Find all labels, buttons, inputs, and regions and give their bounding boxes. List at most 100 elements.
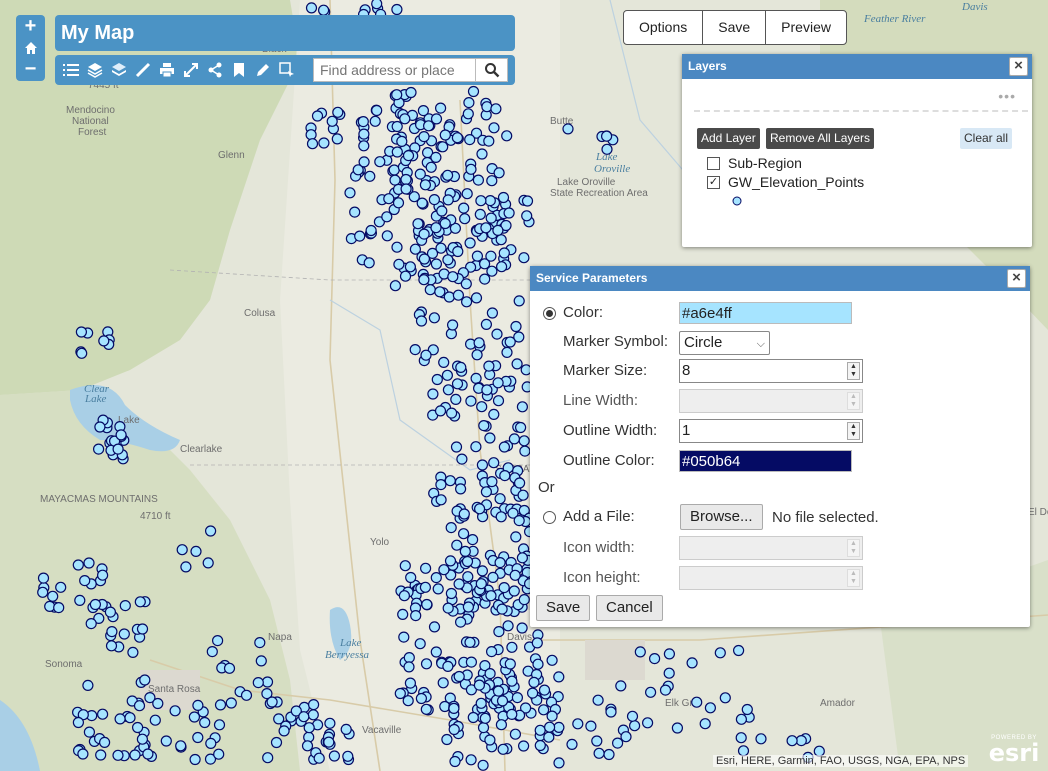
gw-elevation-point[interactable] (504, 658, 516, 670)
gw-elevation-point[interactable] (553, 671, 565, 683)
gw-elevation-point[interactable] (398, 631, 410, 643)
gw-elevation-point[interactable] (485, 250, 497, 262)
gw-elevation-point[interactable] (444, 475, 456, 487)
gw-elevation-point[interactable] (479, 273, 491, 285)
layer-checkbox[interactable]: ✓ (707, 175, 720, 189)
gw-elevation-point[interactable] (478, 420, 490, 432)
gw-elevation-point[interactable] (273, 713, 285, 725)
zoom-out-button[interactable]: − (16, 58, 45, 81)
gw-elevation-point[interactable] (714, 647, 726, 659)
gw-elevation-point[interactable] (516, 552, 529, 564)
gw-elevation-point[interactable] (403, 651, 415, 664)
gw-elevation-point[interactable] (214, 699, 227, 711)
gw-elevation-point[interactable] (435, 479, 447, 491)
gw-elevation-point[interactable] (592, 694, 604, 706)
gw-elevation-point[interactable] (644, 686, 657, 698)
gw-elevation-point[interactable] (476, 565, 488, 577)
gw-elevation-point[interactable] (502, 620, 514, 632)
gw-elevation-point[interactable] (252, 676, 264, 689)
gw-elevation-point[interactable] (479, 712, 491, 724)
gw-elevation-point[interactable] (420, 562, 432, 574)
clear-all-button[interactable]: Clear all (960, 128, 1013, 149)
gw-elevation-point[interactable] (605, 706, 617, 718)
gw-elevation-point[interactable] (405, 571, 417, 584)
color-radio[interactable] (543, 307, 556, 320)
gw-elevation-point[interactable] (96, 569, 109, 581)
gw-elevation-point[interactable] (465, 656, 477, 668)
gw-elevation-point[interactable] (364, 170, 376, 182)
gw-elevation-point[interactable] (391, 146, 403, 158)
gw-elevation-point[interactable] (686, 657, 698, 669)
gw-elevation-point[interactable] (501, 346, 513, 358)
gw-elevation-point[interactable] (306, 138, 319, 150)
gw-elevation-point[interactable] (105, 640, 118, 652)
gw-elevation-point[interactable] (414, 168, 426, 180)
gw-elevation-point[interactable] (435, 494, 447, 506)
gw-elevation-point[interactable] (462, 601, 474, 613)
gw-elevation-point[interactable] (483, 360, 495, 372)
gw-elevation-point[interactable] (498, 581, 510, 594)
gw-elevation-point[interactable] (448, 723, 460, 736)
gw-elevation-point[interactable] (37, 572, 50, 584)
gw-elevation-point[interactable] (124, 712, 136, 724)
gw-elevation-point[interactable] (494, 493, 506, 505)
gw-elevation-point[interactable] (495, 719, 507, 731)
gw-elevation-point[interactable] (152, 697, 164, 710)
gw-elevation-point[interactable] (399, 113, 411, 125)
gw-elevation-point[interactable] (562, 123, 574, 135)
gw-elevation-point[interactable] (415, 692, 427, 705)
gw-elevation-point[interactable] (496, 261, 508, 273)
search-button[interactable] (475, 59, 507, 81)
options-button[interactable]: Options (624, 11, 702, 44)
gw-elevation-point[interactable] (53, 601, 65, 614)
gw-elevation-point[interactable] (149, 714, 161, 726)
gw-elevation-point[interactable] (342, 750, 354, 762)
gw-elevation-point[interactable] (480, 486, 492, 498)
gw-elevation-point[interactable] (510, 531, 522, 543)
gw-elevation-point[interactable] (517, 740, 530, 752)
gw-elevation-point[interactable] (531, 637, 543, 649)
gw-elevation-point[interactable] (455, 616, 467, 628)
gw-elevation-point[interactable] (735, 713, 748, 725)
gw-elevation-point[interactable] (486, 307, 498, 319)
gw-elevation-point[interactable] (511, 358, 523, 370)
gw-elevation-point[interactable] (474, 503, 486, 515)
gw-elevation-point[interactable] (428, 194, 440, 206)
gw-elevation-point[interactable] (492, 377, 504, 389)
gw-elevation-point[interactable] (553, 721, 565, 734)
gw-elevation-point[interactable] (441, 733, 453, 746)
gw-elevation-point[interactable] (442, 254, 454, 266)
gw-elevation-point[interactable] (371, 104, 383, 117)
gw-elevation-point[interactable] (510, 320, 522, 333)
gw-elevation-point[interactable] (546, 710, 558, 722)
gw-elevation-point[interactable] (486, 476, 498, 488)
gw-elevation-point[interactable] (484, 734, 496, 746)
remove-all-layers-button[interactable]: Remove All Layers (766, 128, 875, 149)
gw-elevation-point[interactable] (465, 754, 477, 766)
gw-elevation-point[interactable] (473, 337, 485, 349)
gw-elevation-point[interactable] (442, 194, 454, 206)
gw-elevation-point[interactable] (511, 691, 524, 704)
gw-elevation-point[interactable] (448, 702, 460, 715)
gw-elevation-point[interactable] (449, 755, 461, 768)
gw-elevation-point[interactable] (484, 432, 496, 444)
gw-elevation-point[interactable] (439, 217, 451, 230)
gw-elevation-point[interactable] (134, 596, 146, 608)
gw-elevation-point[interactable] (445, 587, 457, 600)
gw-elevation-point[interactable] (452, 289, 464, 301)
gw-elevation-point[interactable] (44, 600, 56, 613)
layer-checkbox[interactable] (707, 156, 720, 170)
add-file-radio[interactable] (543, 511, 556, 524)
gw-elevation-point[interactable] (399, 270, 412, 282)
gw-elevation-point[interactable] (465, 163, 477, 175)
gw-elevation-point[interactable] (741, 703, 753, 716)
layer-item-gw-elevation-points[interactable]: ✓ GW_Elevation_Points (707, 174, 864, 190)
gw-elevation-point[interactable] (389, 174, 401, 186)
gw-elevation-point[interactable] (490, 103, 502, 115)
gw-elevation-point[interactable] (447, 271, 459, 283)
gw-elevation-point[interactable] (476, 401, 488, 413)
outline-color-input[interactable]: #050b64 (679, 450, 852, 472)
gw-elevation-point[interactable] (404, 677, 416, 689)
gw-elevation-point[interactable] (365, 224, 377, 237)
gw-elevation-point[interactable] (139, 674, 151, 686)
